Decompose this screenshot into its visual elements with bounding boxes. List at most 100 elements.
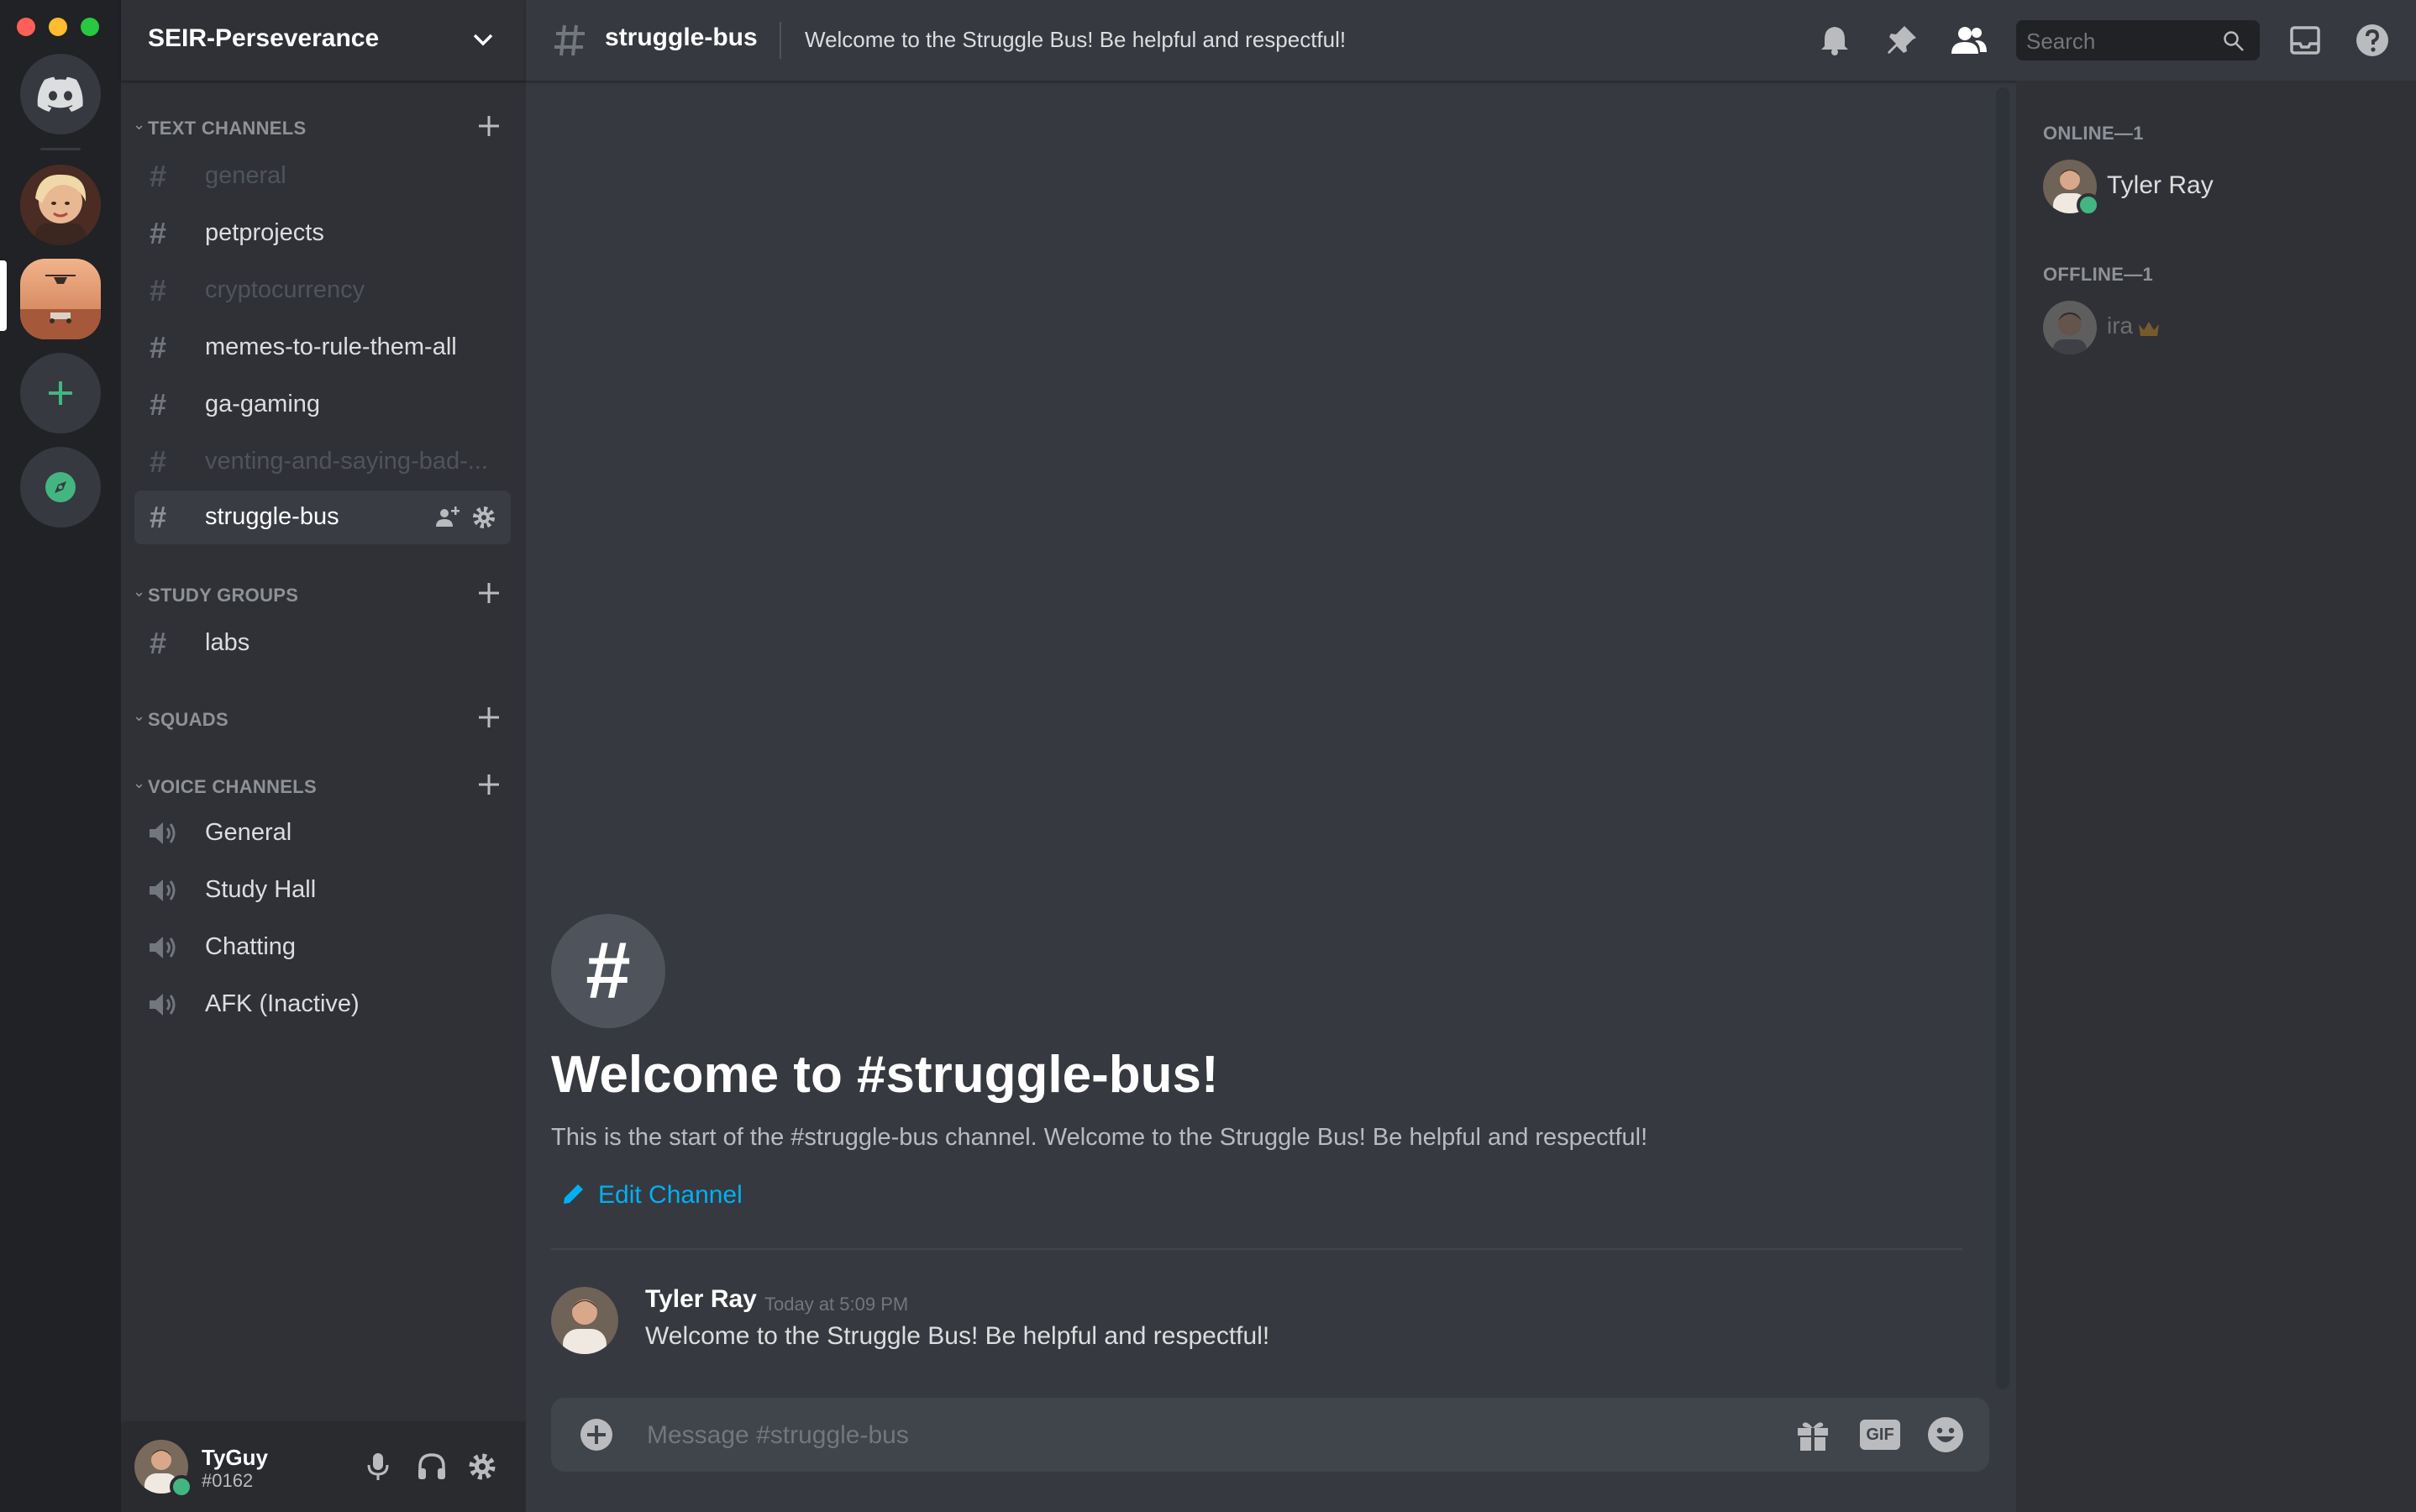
pinned-messages-button[interactable] — [1882, 20, 1922, 60]
channel-name: labs — [205, 629, 250, 656]
username: TyGuy — [202, 1445, 268, 1470]
inbox-button[interactable] — [2285, 20, 2325, 60]
user-settings-button[interactable] — [462, 1446, 502, 1487]
welcome-title: Welcome to #struggle-bus! — [551, 1046, 1219, 1104]
message-composer: GIF — [551, 1398, 1989, 1473]
channel-petprojects[interactable]: # petprojects — [134, 207, 511, 260]
emoji-button[interactable] — [1925, 1415, 1966, 1455]
channel-name: General — [205, 819, 292, 846]
server-header[interactable]: SEIR-Perseverance — [121, 0, 526, 81]
category-squads[interactable]: ⌄ SQUADS — [128, 702, 514, 736]
category-chevron-icon: ⌄ — [133, 774, 146, 791]
member-item[interactable]: Tyler Ray — [2030, 151, 2399, 222]
members-icon — [1951, 27, 1987, 54]
category-label: VOICE CHANNELS — [148, 776, 317, 797]
channel-memes-to-rule-them-all[interactable]: # memes-to-rule-them-all — [134, 321, 511, 375]
search-input[interactable] — [2025, 20, 2213, 62]
hash-icon: # — [150, 626, 167, 660]
gear-icon[interactable] — [470, 504, 497, 531]
category-label: TEXT CHANNELS — [148, 118, 307, 139]
channel-name: venting-and-saying-bad-... — [205, 448, 488, 475]
message-author[interactable]: Tyler Ray — [645, 1285, 757, 1314]
notification-settings-button[interactable] — [1815, 20, 1855, 60]
server-portrait-button[interactable] — [20, 165, 101, 245]
mute-button[interactable] — [358, 1446, 398, 1487]
server-portrait-image — [20, 165, 101, 245]
category-chevron-icon: ⌄ — [133, 583, 146, 600]
channel-venting-and-saying-bad[interactable]: # venting-and-saying-bad-... — [134, 435, 511, 489]
channel-name: AFK (Inactive) — [205, 990, 360, 1017]
channel-ga-gaming[interactable]: # ga-gaming — [134, 378, 511, 432]
channel-name: ga-gaming — [205, 391, 321, 417]
gif-button[interactable]: GIF — [1860, 1415, 1900, 1455]
online-status-dot — [170, 1475, 193, 1499]
member-avatar — [2043, 301, 2097, 354]
channel-general[interactable]: # general — [134, 150, 511, 203]
category-study-groups[interactable]: ⌄ STUDY GROUPS — [128, 578, 514, 612]
hash-icon — [554, 24, 585, 56]
user-panel: TyGuy #0162 — [121, 1421, 526, 1512]
member-list-toggle[interactable] — [1949, 20, 1989, 60]
hash-icon: # — [150, 273, 167, 307]
gear-icon — [469, 1453, 496, 1480]
category-label: SQUADS — [148, 709, 228, 730]
inbox-icon — [2290, 26, 2320, 55]
message-divider — [551, 1248, 1962, 1250]
create-channel-icon[interactable] — [474, 769, 504, 800]
pin-icon — [1888, 26, 1916, 54]
message-text: Welcome to the Struggle Bus! Be helpful … — [645, 1322, 1270, 1350]
window-zoom-button[interactable] — [81, 18, 99, 36]
channel-name: Study Hall — [205, 876, 317, 903]
search-box[interactable] — [2016, 20, 2260, 62]
plus-circle-icon — [580, 1419, 612, 1451]
create-channel-icon[interactable] — [474, 702, 504, 732]
speaker-icon — [150, 937, 176, 958]
channel-struggle-bus[interactable]: # struggle-bus — [134, 491, 511, 544]
channel-cryptocurrency[interactable]: # cryptocurrency — [134, 264, 511, 318]
explore-servers-button[interactable] — [20, 447, 101, 528]
voice-channel-afk[interactable]: AFK (Inactive) — [134, 978, 511, 1032]
microphone-icon — [367, 1453, 389, 1480]
channel-labs[interactable]: # labs — [134, 617, 511, 670]
help-button[interactable] — [2352, 20, 2392, 60]
hash-glyph: # — [586, 926, 631, 1016]
gift-button[interactable] — [1793, 1415, 1833, 1455]
window-close-button[interactable] — [17, 18, 35, 36]
server-seir-perseverance-button[interactable] — [20, 259, 101, 339]
hash-icon: # — [150, 216, 167, 250]
home-button[interactable] — [20, 54, 101, 134]
create-channel-icon[interactable] — [474, 111, 504, 141]
channel-name: petprojects — [205, 219, 324, 246]
category-text-channels[interactable]: ⌄ TEXT CHANNELS — [128, 111, 514, 144]
voice-channel-chatting[interactable]: Chatting — [134, 921, 511, 974]
hash-icon: # — [150, 387, 167, 422]
member-name: Tyler Ray — [2107, 171, 2214, 199]
deafen-button[interactable] — [412, 1446, 452, 1487]
message: Tyler Ray Today at 5:09 PM Welcome to th… — [551, 1284, 1979, 1368]
speaker-icon — [150, 822, 176, 844]
member-item[interactable]: ira — [2030, 292, 2399, 363]
headphones-icon — [418, 1453, 445, 1479]
channel-name: Chatting — [205, 933, 297, 960]
upload-button[interactable] — [576, 1415, 617, 1455]
invite-user-icon[interactable] — [433, 504, 460, 531]
category-voice-channels[interactable]: ⌄ VOICE CHANNELS — [128, 769, 514, 803]
active-server-pill — [0, 260, 7, 331]
message-author-avatar[interactable] — [551, 1287, 618, 1354]
message-timestamp: Today at 5:09 PM — [764, 1294, 909, 1315]
create-channel-icon[interactable] — [474, 578, 504, 608]
window-minimize-button[interactable] — [49, 18, 67, 36]
channel-title: struggle-bus — [605, 24, 758, 51]
channel-sidebar: SEIR-Perseverance ⌄ TEXT CHANNELS # gene… — [121, 0, 526, 1512]
crown-icon — [2139, 322, 2159, 336]
hash-icon: # — [150, 159, 167, 193]
voice-channel-study-hall[interactable]: Study Hall — [134, 864, 511, 917]
message-input[interactable] — [645, 1398, 1657, 1473]
channel-name: general — [205, 162, 286, 189]
add-server-button[interactable] — [20, 353, 101, 433]
category-label: STUDY GROUPS — [148, 585, 299, 606]
message-scrollbar[interactable] — [1996, 87, 2009, 1389]
category-chevron-icon: ⌄ — [133, 116, 146, 133]
voice-channel-general[interactable]: General — [134, 806, 511, 860]
category-chevron-icon: ⌄ — [133, 707, 146, 724]
